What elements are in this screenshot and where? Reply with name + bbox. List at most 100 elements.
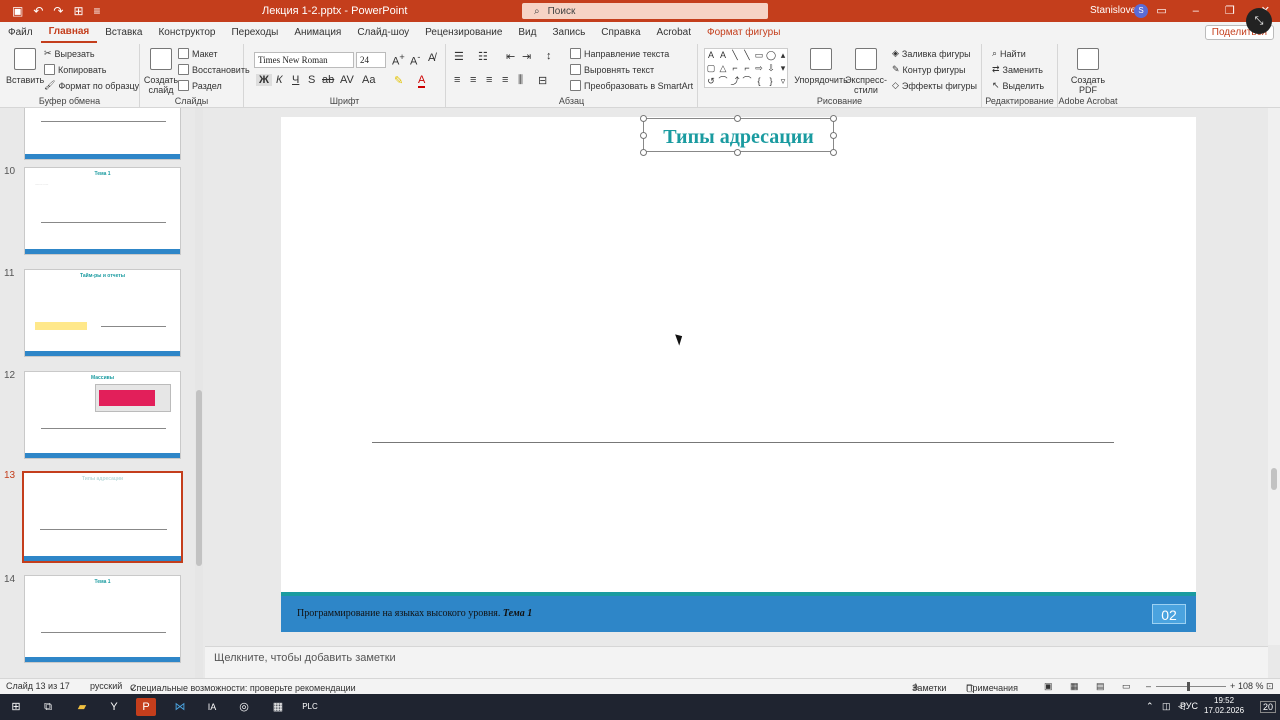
shadow-button[interactable]: S (308, 74, 315, 86)
line-spacing-icon[interactable]: ↕ (546, 50, 552, 62)
layout-button[interactable]: Макет (178, 48, 217, 59)
zoom-in-icon[interactable]: + (1230, 681, 1235, 691)
ribbon-display-icon[interactable]: ▭ (1156, 0, 1166, 22)
gallery-down-icon[interactable]: ▾ (777, 62, 789, 75)
gallery-more-icon[interactable]: ▿ (777, 75, 789, 88)
maximize-icon[interactable]: ❐ (1225, 0, 1235, 22)
tab-7[interactable]: Рецензирование (417, 22, 510, 44)
undo-icon[interactable]: ↶ (33, 0, 43, 22)
slide-thumbnail[interactable]: Тайм-ры и отчеты (24, 269, 181, 357)
change-case-icon[interactable]: Aa (362, 74, 375, 86)
tab-5[interactable]: Анимация (286, 22, 349, 44)
tab-11[interactable]: Acrobat (649, 22, 699, 44)
slide-canvas[interactable]: Типы адресации Программирование на языка… (281, 115, 1196, 632)
line-shape-icon[interactable]: ╲ (729, 49, 741, 62)
gallery-up-icon[interactable]: ▴ (777, 49, 789, 62)
columns-icon[interactable]: ⫼ (518, 74, 523, 87)
fit-slide-icon[interactable]: ⊡ (1266, 681, 1274, 692)
paste-button[interactable]: Вставить (6, 48, 44, 85)
tab-9[interactable]: Запись (544, 22, 593, 44)
search-box[interactable]: ⌕ Поиск (522, 3, 768, 19)
brace-left-icon[interactable]: { (753, 75, 765, 88)
increase-indent-icon[interactable]: ⇥ (522, 50, 531, 63)
format-painter-button[interactable]: 🖌 Формат по образцу (44, 80, 139, 91)
resize-handle[interactable] (734, 115, 741, 122)
resize-handle[interactable] (830, 132, 837, 139)
shapes-gallery[interactable]: A A ╲ ╲ ▭ ◯ ▴ ▢ △ ⌐ ⌐ ⇨ ⇩ ▾ ↺ ⌒ ⤴ ⌒{} ▿ (704, 48, 788, 88)
notes-pane[interactable]: Щелкните, чтобы добавить заметки (205, 646, 1268, 678)
plc-sim-icon[interactable]: PLC (300, 698, 320, 716)
align-left-icon[interactable]: ≡ (454, 74, 460, 86)
slide-thumbnail[interactable] (24, 108, 181, 160)
zoom-slider-thumb[interactable] (1187, 682, 1190, 691)
justify-icon[interactable]: ≡ (502, 74, 508, 86)
rounded-rect-icon[interactable]: ▢ (705, 62, 717, 75)
vscode-icon[interactable]: ⋈ (170, 698, 190, 716)
copy-button[interactable]: Копировать (44, 64, 106, 75)
scrollbar-thumb[interactable] (1271, 468, 1277, 490)
app-ia-icon[interactable]: IA (202, 698, 222, 716)
quick-styles-button[interactable]: Экспресс-стили (845, 48, 887, 95)
font-size-select[interactable]: 24 (356, 52, 386, 68)
reset-button[interactable]: Восстановить (178, 64, 250, 75)
scrollbar-thumb[interactable] (196, 390, 202, 566)
normal-view-icon[interactable]: ▣ (1044, 681, 1053, 692)
avatar[interactable]: S (1134, 4, 1148, 18)
new-slide-button[interactable]: Создать слайд (144, 48, 178, 95)
shape-effects-button[interactable]: ◇ Эффекты фигуры (892, 80, 977, 91)
slide-thumbnail[interactable]: Тема 1 ......... ...... (24, 167, 181, 255)
align-center-icon[interactable]: ≡ (470, 74, 476, 86)
minimize-icon[interactable]: – (1193, 0, 1199, 22)
create-pdf-button[interactable]: Создать PDF (1068, 48, 1108, 95)
bold-button[interactable]: Ж (256, 74, 272, 86)
oval-shape-icon[interactable]: ◯ (765, 49, 777, 62)
tray-expand-icon[interactable]: ⌃ (1146, 701, 1154, 712)
italic-button[interactable]: К (276, 74, 282, 86)
tab-1[interactable]: Главная (40, 23, 98, 43)
rectangle-shape-icon[interactable]: ▭ (753, 49, 765, 62)
resize-handle[interactable] (830, 115, 837, 122)
shape-fill-button[interactable]: ◈ Заливка фигуры (892, 48, 971, 59)
tab-2[interactable]: Вставка (97, 22, 150, 44)
select-button[interactable]: ↖ Выделить (992, 80, 1044, 91)
freeform-icon[interactable]: ↺ (705, 75, 717, 88)
connector-icon[interactable]: ⌐ (729, 62, 741, 75)
slide-thumbnail[interactable]: Массивы (24, 371, 181, 459)
slide-scrollbar[interactable] (1268, 108, 1280, 645)
brace-right-icon[interactable]: } (765, 75, 777, 88)
tab-8[interactable]: Вид (510, 22, 544, 44)
tab-10[interactable]: Справка (593, 22, 648, 44)
collapse-icon[interactable]: ⤡ (1246, 8, 1272, 34)
resize-handle[interactable] (640, 149, 647, 156)
slide-thumbnail[interactable]: Тема 1 (24, 575, 181, 663)
resize-handle[interactable] (830, 149, 837, 156)
browser-icon[interactable]: Y (104, 698, 124, 716)
bullets-icon[interactable]: ☰ (454, 50, 464, 63)
present-icon[interactable]: ⊞ (73, 0, 83, 22)
resize-handle[interactable] (640, 115, 647, 122)
arrow-down-icon[interactable]: ⇩ (765, 62, 777, 75)
save-icon[interactable]: ▣ (12, 0, 23, 22)
tab-0[interactable]: Файл (0, 22, 41, 44)
app-circle-icon[interactable]: ◎ (234, 698, 254, 716)
start-icon[interactable]: ⊞ (6, 698, 26, 716)
powerpoint-icon[interactable]: P (136, 698, 156, 716)
slide-thumbnail-selected[interactable]: Типы адресации (22, 471, 183, 563)
notification-badge[interactable]: 20 (1260, 701, 1277, 713)
language-indicator[interactable]: русский (90, 681, 122, 691)
smartart-button[interactable]: Преобразовать в SmartArt (570, 80, 693, 91)
file-explorer-icon[interactable]: ▰ (72, 698, 92, 716)
text-direction-button[interactable]: Направление текста (570, 48, 669, 59)
strikethrough-icon[interactable]: ab (322, 74, 334, 86)
reading-view-icon[interactable]: ▤ (1096, 681, 1105, 692)
clear-format-icon[interactable]: A̸ (428, 52, 435, 64)
highlight-icon[interactable]: ✎ (394, 74, 403, 87)
textbox-shape-icon[interactable]: A (705, 49, 717, 62)
shape-outline-button[interactable]: ✎ Контур фигуры (892, 64, 965, 75)
clock[interactable]: 19:52 17.02.2026 (1204, 696, 1244, 716)
calculator-icon[interactable]: ▦ (268, 698, 288, 716)
resize-handle[interactable] (640, 132, 647, 139)
resize-handle[interactable] (734, 149, 741, 156)
user-name[interactable]: Stanislove (1090, 0, 1136, 22)
decrease-indent-icon[interactable]: ⇤ (506, 50, 515, 63)
